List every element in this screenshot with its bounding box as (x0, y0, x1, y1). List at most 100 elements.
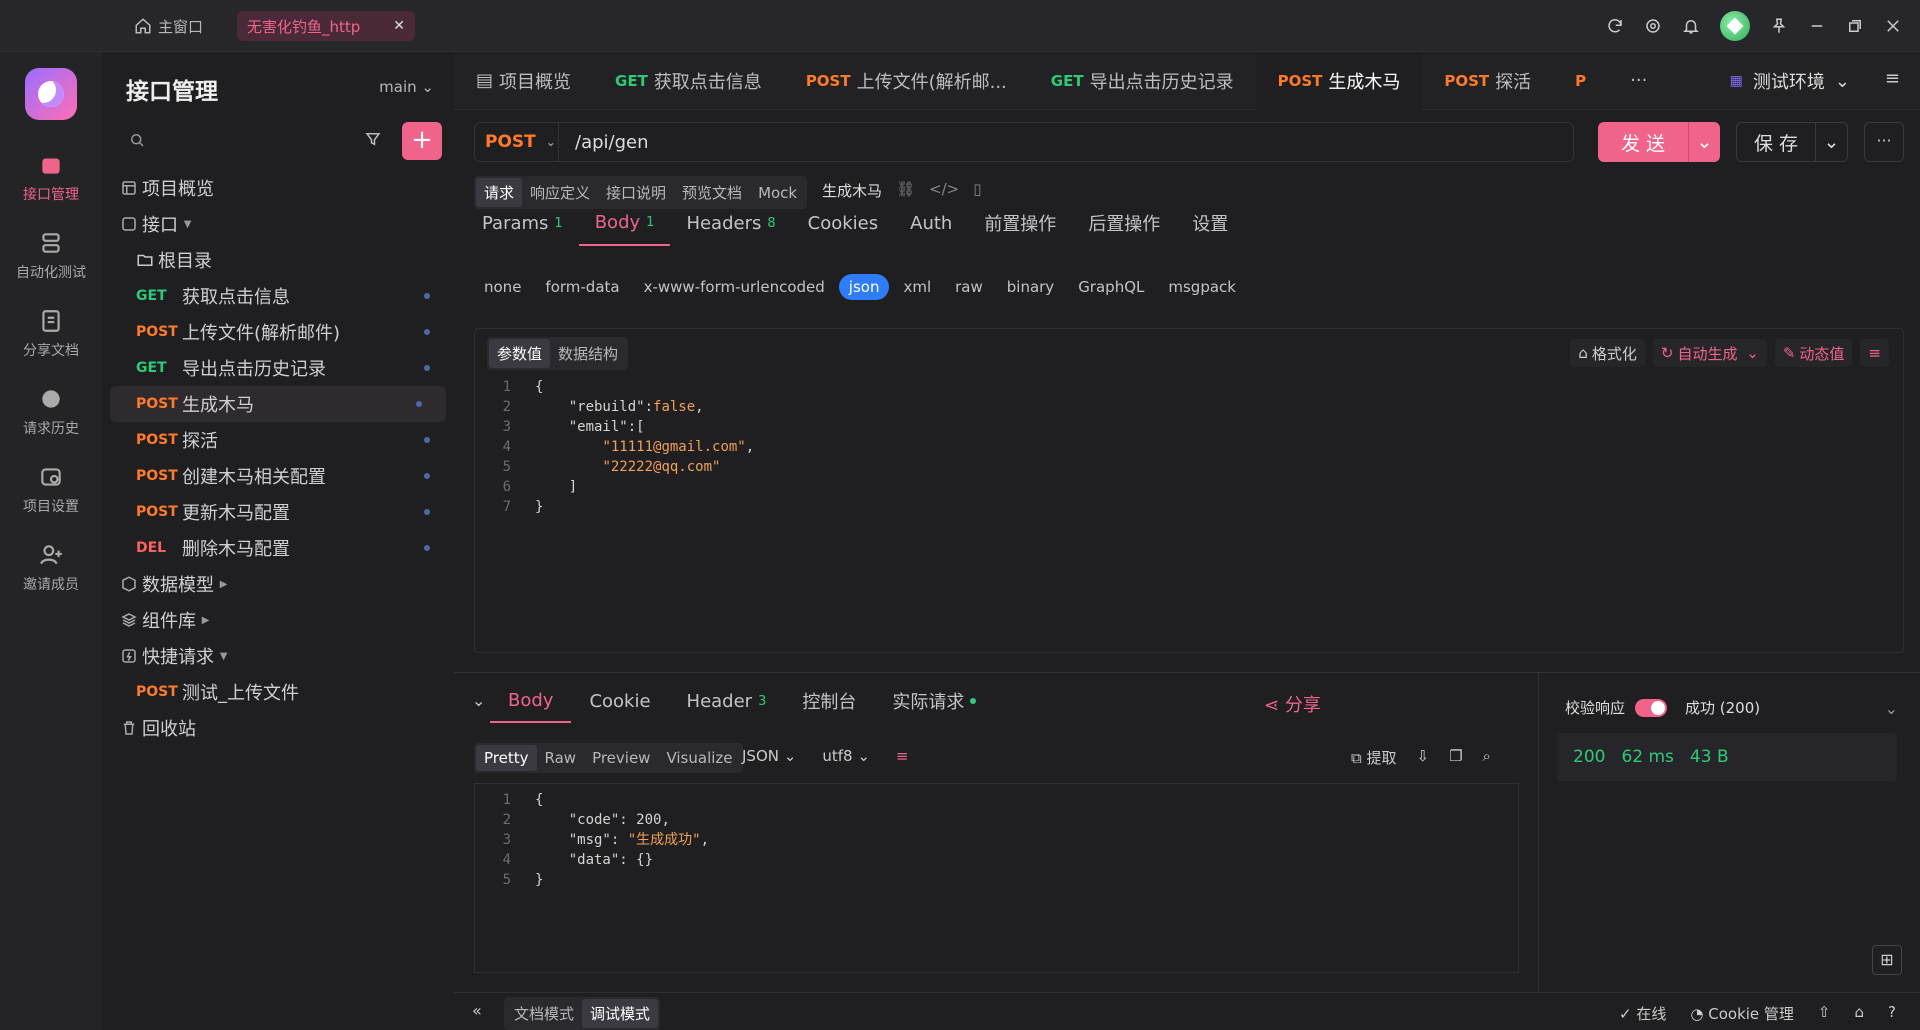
response-tab[interactable]: Cookie (571, 679, 668, 723)
rail-item-invite[interactable]: 邀请成员 (0, 542, 102, 594)
code-icon[interactable]: </> (929, 180, 959, 201)
collapse-sidebar-icon[interactable]: « (472, 1001, 482, 1020)
tab-4[interactable]: POST 生成木马 (1255, 51, 1423, 110)
content-type-option[interactable]: binary (997, 274, 1064, 300)
request-tab[interactable]: Body 1 (578, 200, 671, 246)
chevron-down-icon[interactable]: ⌄ (1885, 699, 1898, 718)
content-type-option[interactable]: json (838, 274, 890, 300)
response-tab[interactable]: Header 3 (669, 679, 785, 723)
tree-trash[interactable]: 回收站 (102, 710, 454, 746)
minimize-icon[interactable] (1808, 17, 1826, 35)
request-tab[interactable]: Params 1 (466, 200, 579, 246)
body-editor[interactable]: 参数值 数据结构 ⌂ 格式化 ↻ 自动生成 ⌄ ✎ 动态值 ≡ 1{ 2 "rebuil… (474, 328, 1904, 653)
content-type-option[interactable]: form-data (535, 274, 629, 300)
tree-api[interactable]: 接口 ▼ (102, 206, 454, 242)
share-button[interactable]: ⋖ 分享 (1264, 691, 1321, 717)
chevron-down-icon[interactable]: ⌄ (1688, 122, 1720, 162)
tree-item[interactable]: POST 创建木马相关配置 (102, 458, 454, 494)
close-window-icon[interactable] (1884, 17, 1902, 35)
upload-icon[interactable]: ⇧ (1818, 1003, 1831, 1024)
menu-icon[interactable]: ≡ (1885, 68, 1900, 89)
content-type-option[interactable]: GraphQL (1068, 274, 1154, 300)
cookie-manager[interactable]: ◔ Cookie 管理 (1690, 1003, 1794, 1024)
autogen-button[interactable]: ↻ 自动生成 ⌄ (1652, 339, 1767, 367)
more-tabs-icon[interactable]: ··· (1608, 52, 1669, 110)
online-status[interactable]: ✓ 在线 (1619, 1003, 1666, 1024)
tab-6[interactable]: P (1553, 52, 1608, 110)
editor-mode[interactable]: 数据结构 (550, 339, 626, 368)
save-button[interactable]: 保 存 ⌄ (1736, 122, 1848, 162)
tree-item[interactable]: DEL 删除木马配置 (102, 530, 454, 566)
method-select[interactable]: POST ⌄ (475, 123, 559, 161)
tree-overview[interactable]: 项目概览 (102, 170, 454, 206)
request-tab[interactable]: Cookies (792, 200, 894, 246)
extract-button[interactable]: ⧉ 提取 (1351, 747, 1397, 768)
bell-icon[interactable] (1682, 17, 1700, 35)
url-input[interactable]: /api/gen (559, 132, 649, 153)
more-icon[interactable]: ··· (1864, 122, 1904, 162)
layout-icon[interactable]: ⊞ (1872, 945, 1902, 975)
refresh-icon[interactable] (1606, 17, 1624, 35)
response-mode[interactable]: Preview (584, 745, 658, 771)
avatar[interactable] (1720, 11, 1750, 41)
request-tab[interactable]: 设置 (1176, 200, 1244, 246)
content-type-option[interactable]: xml (893, 274, 941, 300)
wrap-icon[interactable]: ≡ (896, 747, 909, 765)
link-icon[interactable]: ⛓ (896, 180, 915, 201)
home-tab[interactable]: 主窗口 (134, 12, 203, 40)
request-tab[interactable]: 前置操作 (968, 200, 1072, 246)
filter-icon[interactable] (364, 130, 382, 148)
response-editor[interactable]: 1{ 2 "code": 200, 3 "msg": "生成成功", 4 "da… (474, 783, 1519, 973)
rail-item-autotest[interactable]: 自动化测试 (0, 230, 102, 282)
response-tab[interactable]: 实际请求 (874, 679, 994, 723)
chevron-down-icon[interactable]: ⌄ (1815, 122, 1847, 162)
wrap-icon[interactable]: ≡ (1860, 339, 1889, 367)
pin-icon[interactable] (1770, 17, 1788, 35)
content-type-option[interactable]: raw (945, 274, 993, 300)
format-button[interactable]: ⌂ 格式化 (1570, 339, 1645, 367)
collapse-icon[interactable]: ⌄ (472, 691, 485, 710)
doc-mode-button[interactable]: 文档模式 (506, 999, 582, 1028)
content-type-option[interactable]: none (474, 274, 531, 300)
add-button[interactable]: + (402, 122, 442, 160)
response-tab[interactable]: 控制台 (784, 679, 874, 723)
debug-mode-button[interactable]: 调试模式 (582, 999, 659, 1028)
request-tab[interactable]: Headers 8 (670, 200, 791, 246)
response-mode[interactable]: Raw (537, 745, 585, 771)
request-tab[interactable]: 后置操作 (1072, 200, 1176, 246)
tree-item[interactable]: GET 导出点击历史记录 (102, 350, 454, 386)
response-mode[interactable]: Visualize (658, 745, 740, 771)
env-selector[interactable]: ▦ 测试环境 ⌄ (1730, 65, 1850, 97)
tab-5[interactable]: POST 探活 (1422, 52, 1553, 110)
rail-item-api[interactable]: 接口管理 (0, 152, 102, 204)
tree-item[interactable]: POST 探活 (102, 422, 454, 458)
tree-models[interactable]: 数据模型 ▶ (102, 566, 454, 602)
tab-0[interactable]: ▤ 项目概览 (454, 52, 593, 110)
content-type-option[interactable]: x-www-form-urlencoded (634, 274, 835, 300)
tree-quick[interactable]: 快捷请求 ▼ (102, 638, 454, 674)
rail-item-history[interactable]: 请求历史 (0, 386, 102, 438)
validate-toggle[interactable] (1635, 698, 1668, 717)
rail-item-settings[interactable]: 项目设置 (0, 464, 102, 516)
rail-item-share[interactable]: 分享文档 (0, 308, 102, 360)
content-type-option[interactable]: msgpack (1158, 274, 1246, 300)
dynamic-value-button[interactable]: ✎ 动态值 (1774, 339, 1853, 367)
shirt-icon[interactable]: ⌂ (1855, 1003, 1865, 1024)
tree-item[interactable]: GET 获取点击信息 (102, 278, 454, 314)
copy-icon[interactable]: ❐ (1449, 747, 1462, 768)
tab-2[interactable]: POST 上传文件(解析邮... (784, 52, 1029, 110)
project-tab[interactable]: 无害化钓鱼_http ✕ (237, 11, 415, 41)
request-tab[interactable]: Auth (894, 200, 968, 246)
validate-response[interactable]: 校验响应 成功 (200) (1565, 697, 1760, 718)
tree-components[interactable]: 组件库 ▶ (102, 602, 454, 638)
tab-3[interactable]: GET 导出点击历史记录 (1029, 52, 1256, 110)
tree-item[interactable]: POST 更新木马配置 (102, 494, 454, 530)
send-button[interactable]: 发 送 ⌄ (1598, 122, 1720, 162)
close-icon[interactable]: ✕ (393, 18, 405, 34)
tree-quick-item[interactable]: POST 测试_上传文件 (102, 674, 454, 710)
editor-mode[interactable]: 参数值 (489, 339, 551, 368)
help-icon[interactable]: ? (1888, 1003, 1896, 1024)
tab-1[interactable]: GET 获取点击信息 (593, 52, 784, 110)
restore-icon[interactable] (1846, 17, 1864, 35)
tree-item[interactable]: POST 上传文件(解析邮件) (102, 314, 454, 350)
